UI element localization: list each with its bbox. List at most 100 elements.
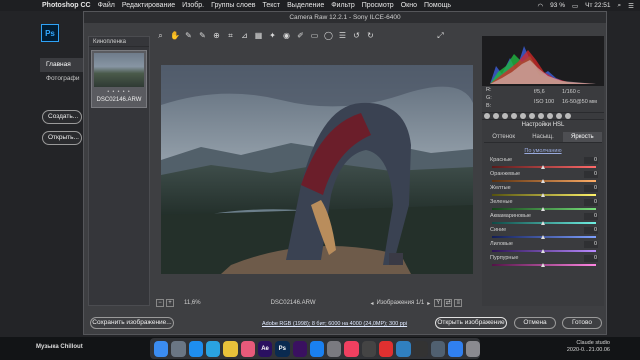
- menu-filter[interactable]: Фильтр: [331, 2, 355, 9]
- red-eye-icon[interactable]: ◉: [282, 31, 291, 40]
- chrome-icon[interactable]: [223, 340, 238, 357]
- slider-row[interactable]: Лиловые 0: [482, 241, 604, 255]
- zoom-in-button[interactable]: +: [166, 299, 174, 307]
- slider-thumb[interactable]: [540, 221, 545, 225]
- adjustment-brush-icon[interactable]: ✐: [296, 31, 305, 40]
- images-icon[interactable]: [431, 340, 446, 357]
- menu-file[interactable]: Файл: [98, 2, 115, 9]
- default-link[interactable]: По умолчанию: [482, 145, 604, 157]
- open-button[interactable]: Открыть...: [42, 131, 82, 145]
- photo-preview[interactable]: [161, 65, 473, 274]
- target-adjust-icon[interactable]: ⊕: [212, 31, 221, 40]
- after-effects-icon[interactable]: Ae: [257, 340, 273, 357]
- rotate-left-icon[interactable]: ↺: [352, 31, 361, 40]
- slider-row[interactable]: Пурпурные 0: [482, 255, 604, 269]
- safari-icon[interactable]: [188, 340, 203, 357]
- clock[interactable]: Чт 22:51: [585, 2, 610, 9]
- notes-icon[interactable]: [413, 340, 428, 357]
- menu-edit[interactable]: Редактирование: [122, 2, 175, 9]
- straighten-tool-icon[interactable]: ⊿: [240, 31, 249, 40]
- final-cut-icon[interactable]: [361, 340, 377, 357]
- done-button[interactable]: Готово: [562, 317, 602, 329]
- zoom-out-button[interactable]: −: [156, 299, 164, 307]
- graduated-filter-icon[interactable]: ▭: [310, 31, 319, 40]
- slider-row[interactable]: Зеленые 0: [482, 199, 604, 213]
- tab-saturation[interactable]: Насыщ.: [523, 132, 562, 142]
- preview-icon[interactable]: [396, 340, 411, 357]
- slider-thumb[interactable]: [540, 235, 545, 239]
- radial-filter-icon[interactable]: ◯: [324, 31, 333, 40]
- prev-image-icon[interactable]: ◂: [371, 300, 374, 307]
- tab-luminance[interactable]: Яркость: [562, 132, 602, 142]
- battery-label[interactable]: 93 %: [550, 2, 565, 9]
- create-button[interactable]: Создать...: [42, 110, 82, 124]
- tab-hue[interactable]: Оттенок: [484, 132, 523, 142]
- spot-removal-icon[interactable]: ✦: [268, 31, 277, 40]
- slider-value-input[interactable]: 0: [584, 185, 598, 192]
- basic-panel-icon[interactable]: [484, 113, 490, 119]
- slider-value-input[interactable]: 0: [584, 241, 598, 248]
- cancel-button[interactable]: Отмена: [514, 317, 556, 329]
- tone-curve-icon[interactable]: [493, 113, 499, 119]
- premiere-icon[interactable]: [292, 340, 307, 357]
- next-image-icon[interactable]: ▸: [427, 300, 430, 307]
- wifi-icon[interactable]: ◠: [537, 2, 543, 10]
- slider-value-input[interactable]: 0: [584, 227, 598, 234]
- menu-window[interactable]: Окно: [401, 2, 417, 9]
- slider-thumb[interactable]: [540, 263, 545, 267]
- telegram-icon[interactable]: [205, 340, 221, 357]
- slider-value-input[interactable]: 0: [584, 157, 598, 164]
- before-after-icon[interactable]: Y: [434, 299, 443, 307]
- slider-value-input[interactable]: 0: [584, 199, 598, 206]
- zoom-tool-icon[interactable]: ⌕: [156, 31, 165, 40]
- slider-row[interactable]: Оранжевые 0: [482, 171, 604, 185]
- slider-row[interactable]: Синие 0: [482, 227, 604, 241]
- calibration-icon[interactable]: [547, 113, 553, 119]
- filmstrip-thumbnail[interactable]: • • • • • DSC02146.ARW: [91, 50, 147, 108]
- cloud-icon[interactable]: [379, 340, 394, 357]
- sidebar-item-photos[interactable]: Фотографи: [40, 72, 84, 86]
- fullscreen-icon[interactable]: ⤢: [436, 31, 445, 40]
- slider-value-input[interactable]: 0: [584, 213, 598, 220]
- music-folder-label[interactable]: Музыка Chillout: [36, 344, 83, 350]
- menu-select[interactable]: Выделение: [287, 2, 324, 9]
- slider-thumb[interactable]: [540, 165, 545, 169]
- menu-layer-groups[interactable]: Группы слоев: [211, 2, 255, 9]
- swap-icon[interactable]: ⇄: [444, 299, 453, 307]
- slider-value-input[interactable]: 0: [584, 255, 598, 262]
- slider-thumb[interactable]: [540, 249, 545, 253]
- trash-icon[interactable]: [465, 340, 480, 357]
- white-balance-tool-icon[interactable]: ✎: [184, 31, 193, 40]
- presets-icon[interactable]: [556, 113, 562, 119]
- menu-app-name[interactable]: Photoshop CC: [42, 2, 91, 9]
- crop-tool-icon[interactable]: ⌗: [226, 31, 235, 40]
- rotate-right-icon[interactable]: ↻: [366, 31, 375, 40]
- split-toning-icon[interactable]: [520, 113, 526, 119]
- menu-view[interactable]: Просмотр: [362, 2, 394, 9]
- launchpad-icon[interactable]: [171, 340, 186, 357]
- menu-text[interactable]: Текст: [263, 2, 281, 9]
- slider-thumb[interactable]: [540, 179, 545, 183]
- music-icon[interactable]: [344, 340, 359, 357]
- open-image-button[interactable]: Открыть изображение: [435, 317, 507, 329]
- preferences-icon[interactable]: ☰: [338, 31, 347, 40]
- slider-row[interactable]: Красные 0: [482, 157, 604, 171]
- finder-icon[interactable]: [154, 340, 169, 357]
- effects-icon[interactable]: [538, 113, 544, 119]
- slider-row[interactable]: Аквамариновые 0: [482, 213, 604, 227]
- hsl-icon[interactable]: [511, 113, 517, 119]
- save-image-button[interactable]: Сохранить изображение...: [90, 317, 174, 329]
- sidebar-item-home[interactable]: Главная: [40, 58, 84, 72]
- snapshots-icon[interactable]: [565, 113, 571, 119]
- color-sampler-icon[interactable]: ✎: [198, 31, 207, 40]
- slider-thumb[interactable]: [540, 193, 545, 197]
- battery-icon[interactable]: ▭: [572, 2, 578, 10]
- workflow-options-link[interactable]: Adobe RGB (1998); 8 бит; 6000 на 4000 (2…: [262, 321, 407, 327]
- detail-icon[interactable]: [502, 113, 508, 119]
- copy-settings-icon[interactable]: ≡: [454, 299, 463, 307]
- photos-icon[interactable]: [240, 340, 255, 357]
- lens-corrections-icon[interactable]: [529, 113, 535, 119]
- finder2-icon[interactable]: [448, 340, 463, 357]
- slider-value-input[interactable]: 0: [584, 171, 598, 178]
- photoshop-icon[interactable]: Ps: [275, 340, 290, 357]
